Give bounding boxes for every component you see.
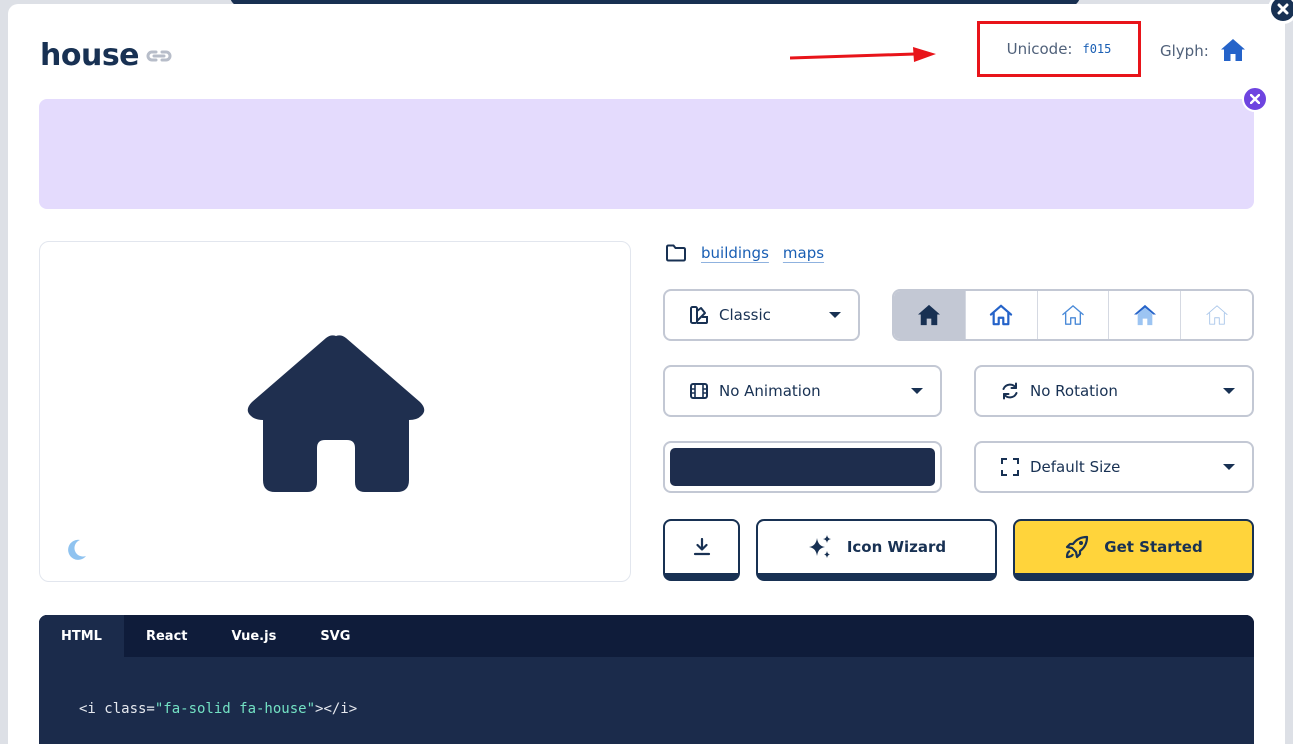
rotate-icon [1002, 382, 1018, 400]
color-swatch [670, 448, 935, 486]
rotation-select-label: No Rotation [1030, 382, 1118, 400]
house-preview-icon [247, 335, 425, 492]
size-select[interactable]: Default Size [974, 441, 1254, 493]
house-light-icon [1062, 305, 1084, 325]
red-arrow-annotation [790, 47, 936, 62]
moon-icon[interactable] [66, 538, 88, 562]
style-solid-button[interactable] [894, 291, 966, 339]
animation-select-label: No Animation [719, 382, 821, 400]
rocket-icon [1066, 535, 1089, 559]
chevron-down-icon [1223, 464, 1235, 470]
icon-wizard-button[interactable]: Icon Wizard [756, 519, 997, 581]
page-title: house [40, 38, 140, 73]
close-promo-icon[interactable] [1242, 86, 1268, 112]
code-snippet-panel: HTML React Vue.js SVG <i class="fa-solid… [39, 615, 1254, 744]
style-regular-button[interactable] [965, 291, 1038, 339]
close-icon [1277, 3, 1289, 15]
house-regular-icon [990, 304, 1013, 326]
family-select[interactable]: Classic [663, 289, 860, 341]
folder-icon [666, 244, 686, 262]
chevron-down-icon [829, 312, 841, 318]
unicode-highlight: Unicode: f015 [977, 21, 1141, 77]
code-tabs: HTML React Vue.js SVG [39, 615, 1254, 657]
unicode-value[interactable]: f015 [1082, 42, 1111, 56]
icon-wizard-label: Icon Wizard [846, 538, 947, 556]
house-glyph-icon[interactable] [1220, 38, 1246, 62]
style-toggle-group [892, 289, 1254, 341]
code-class-value: "fa-solid fa-house" [154, 701, 316, 717]
chevron-down-icon [911, 388, 923, 394]
get-started-label: Get Started [1104, 538, 1203, 556]
icon-preview-panel [39, 241, 631, 582]
unicode-label: Unicode: [1006, 40, 1073, 58]
style-light-button[interactable] [1037, 291, 1110, 339]
style-thin-button[interactable] [1181, 291, 1252, 339]
get-started-button[interactable]: Get Started [1013, 519, 1254, 581]
sparkles-icon [808, 535, 831, 558]
expand-icon [1001, 458, 1019, 476]
house-duotone-icon [1133, 304, 1156, 326]
chevron-down-icon [1223, 388, 1235, 394]
tab-svg[interactable]: SVG [298, 615, 372, 657]
promo-banner [39, 99, 1254, 209]
rotation-select[interactable]: No Rotation [974, 365, 1254, 417]
category-list: buildings maps [665, 244, 824, 262]
family-select-label: Classic [719, 306, 771, 324]
link-icon[interactable] [144, 44, 174, 68]
animation-select[interactable]: No Animation [663, 365, 942, 417]
style-duotone-button[interactable] [1109, 291, 1182, 339]
download-button[interactable] [663, 519, 740, 581]
category-link-maps[interactable]: maps [783, 244, 824, 262]
film-icon [690, 383, 708, 399]
code-snippet[interactable]: <i class="fa-solid fa-house"></i> [79, 701, 357, 717]
color-picker[interactable] [663, 441, 942, 493]
size-select-label: Default Size [1030, 458, 1121, 476]
house-solid-icon [918, 304, 941, 326]
tab-vue[interactable]: Vue.js [210, 615, 299, 657]
glyph-label: Glyph: [1160, 42, 1209, 60]
swatch-icon [690, 306, 708, 324]
category-link-buildings[interactable]: buildings [701, 244, 769, 262]
house-thin-icon [1206, 305, 1228, 325]
code-close: ></i> [315, 701, 358, 717]
code-open: <i class= [79, 701, 155, 717]
tab-html[interactable]: HTML [39, 615, 124, 657]
tab-react[interactable]: React [124, 615, 210, 657]
icon-detail-modal: house Unicode: f015 Glyph: buildings map… [8, 4, 1285, 744]
download-icon [693, 538, 710, 556]
